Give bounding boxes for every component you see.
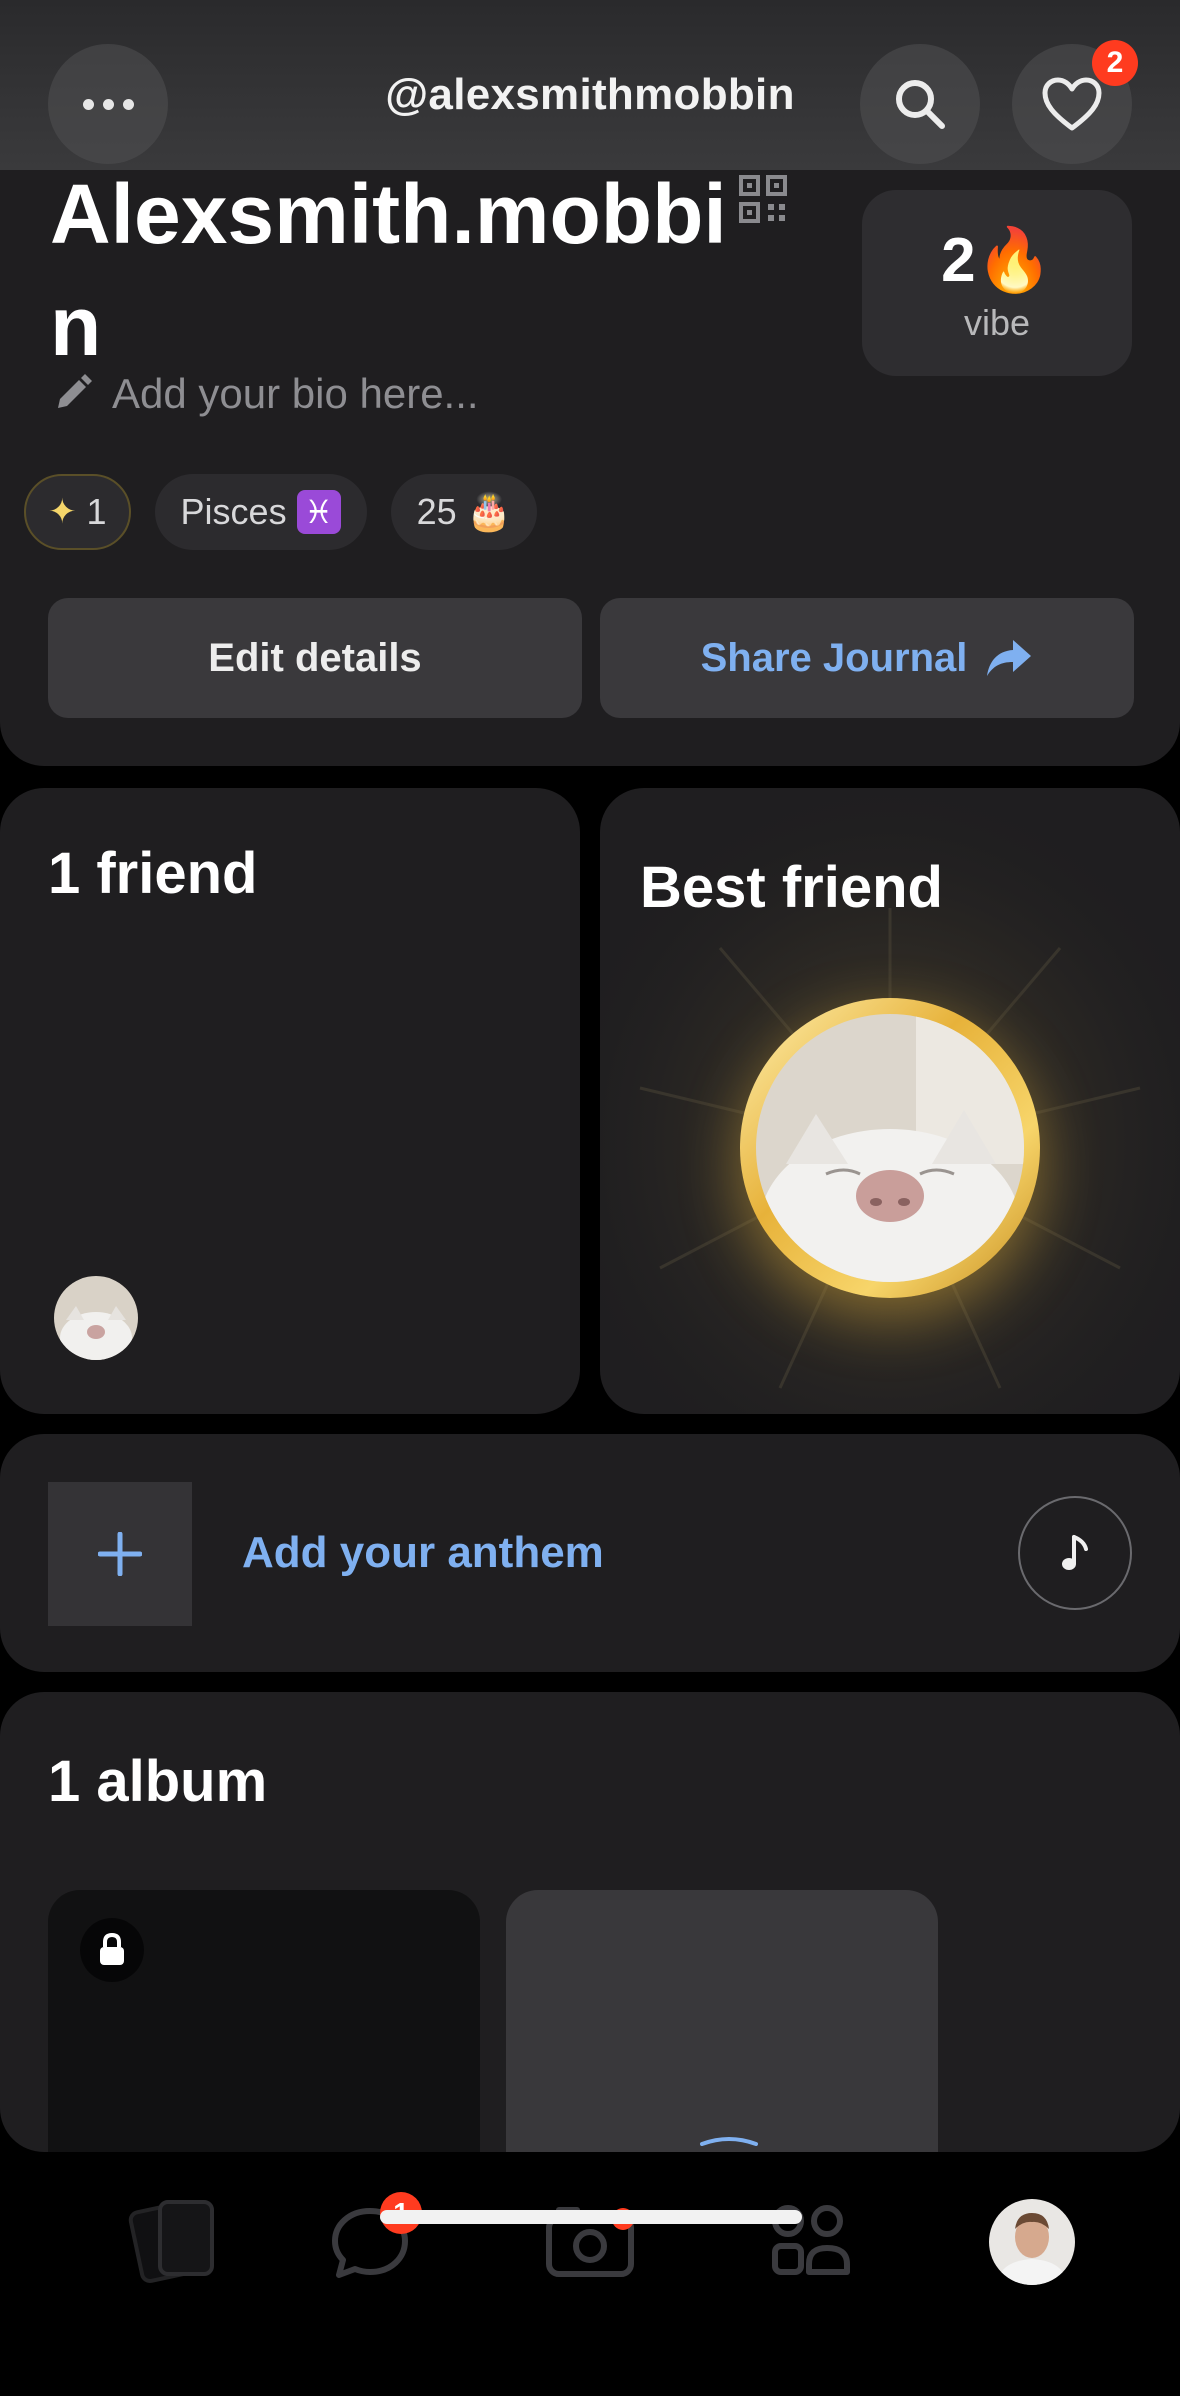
- search-icon: [896, 80, 945, 129]
- header-username: @alexsmithmobbin: [385, 70, 795, 119]
- best-friend-title: Best friend: [640, 855, 943, 920]
- qr-code-icon[interactable]: [738, 174, 788, 224]
- bio-row[interactable]: Add your bio here...: [52, 370, 479, 418]
- add-anthem-label[interactable]: Add your anthem: [242, 1528, 604, 1578]
- bio-placeholder: Add your bio here...: [112, 370, 479, 417]
- music-note-icon: [1062, 1535, 1088, 1570]
- sparkle-icon: ✦: [48, 493, 77, 531]
- friends-card[interactable]: 1 friend: [0, 788, 580, 1414]
- nav-journal[interactable]: [116, 2182, 236, 2302]
- friends-count-title: 1 friend: [48, 841, 258, 906]
- user-photo: [989, 2199, 1075, 2285]
- spark-count: 1: [86, 491, 107, 532]
- more-icon: [82, 98, 134, 110]
- pencil-icon: [58, 374, 92, 408]
- nav-camera[interactable]: [530, 2182, 650, 2302]
- album-thumbnail-private[interactable]: [48, 1890, 480, 2152]
- zodiac-label: Pisces: [180, 491, 287, 532]
- nav-friends[interactable]: [752, 2182, 872, 2302]
- pisces-icon: ♓: [296, 490, 341, 534]
- album-card: 1 album: [0, 1692, 1180, 2152]
- vibe-label: vibe: [963, 302, 1031, 343]
- bottom-nav: 1: [0, 2152, 1180, 2396]
- lock-icon: [100, 1933, 124, 1965]
- notification-badge: 2: [1092, 40, 1138, 86]
- spark-chip[interactable]: ✦ 1: [24, 474, 131, 550]
- music-button[interactable]: [1018, 1496, 1132, 1610]
- share-journal-label: Share Journal: [700, 635, 968, 680]
- more-button[interactable]: [48, 44, 168, 164]
- friend-avatar[interactable]: [54, 1276, 138, 1360]
- vibe-box[interactable]: 2🔥 vibe: [862, 190, 1132, 376]
- search-button[interactable]: [860, 44, 980, 164]
- album-count-title: 1 album: [48, 1749, 268, 1814]
- top-bar: @alexsmithmobbin 2: [0, 0, 1180, 170]
- edit-details-button[interactable]: Edit details: [48, 598, 582, 718]
- add-anthem-button[interactable]: [48, 1482, 192, 1626]
- home-indicator[interactable]: [380, 2210, 802, 2224]
- best-friend-avatar-ring[interactable]: [740, 998, 1040, 1298]
- cat-photo: [54, 1276, 138, 1360]
- age-chip[interactable]: 25 🎂: [390, 474, 538, 550]
- lock-badge: [80, 1918, 144, 1982]
- zodiac-chip[interactable]: Pisces ♓: [154, 474, 367, 550]
- display-name: Alexsmith.mobbin: [50, 167, 727, 373]
- anthem-card[interactable]: Add your anthem: [0, 1434, 1180, 1672]
- nav-profile[interactable]: [972, 2182, 1092, 2302]
- cake-icon: 🎂: [466, 491, 512, 532]
- vibe-count: 2🔥: [941, 226, 1053, 295]
- profile-avatar: [989, 2199, 1075, 2285]
- profile-chips: ✦ 1 Pisces ♓ 25 🎂: [24, 474, 538, 550]
- heart-icon: [1042, 77, 1102, 131]
- profile-card: Alexsmith.mobbin 2🔥 vibe Add your bio he…: [0, 100, 1180, 766]
- age-value: 25: [416, 491, 457, 532]
- cat-photo: [756, 1014, 1024, 1282]
- journal-icon: [128, 2200, 214, 2283]
- album-thumbnail-add[interactable]: [506, 1890, 938, 2152]
- share-arrow-icon: [987, 640, 1032, 676]
- share-journal-button[interactable]: Share Journal: [600, 598, 1134, 718]
- stack-indicator-icon: [700, 2137, 758, 2146]
- nav-chat[interactable]: 1: [310, 2182, 430, 2302]
- best-friend-avatar: [756, 1014, 1024, 1282]
- plus-icon: [98, 1532, 142, 1576]
- best-friend-card[interactable]: Best friend: [600, 788, 1180, 1414]
- edit-details-label: Edit details: [208, 635, 422, 680]
